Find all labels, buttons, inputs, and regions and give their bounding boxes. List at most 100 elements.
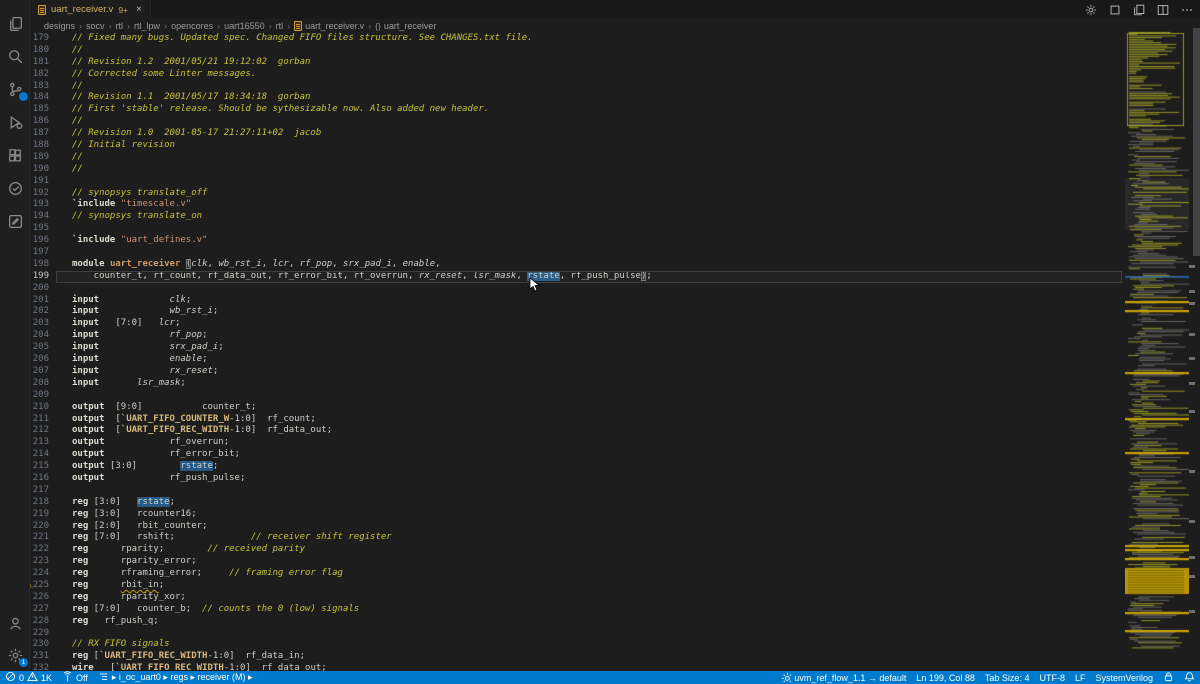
breadcrumb-item-uart-receiver[interactable]: {}uart_receiver (375, 21, 436, 31)
code-line-207[interactable]: 207input rx_reset; (30, 366, 1125, 378)
pages-icon[interactable] (1132, 3, 1146, 17)
code-line-190[interactable]: 190// (30, 164, 1125, 176)
close-icon[interactable]: × (136, 4, 142, 15)
code-line-224[interactable]: 224reg rframing_error; // framing error … (30, 568, 1125, 580)
tab-size[interactable]: Tab Size: 4 (980, 671, 1035, 684)
gear-icon[interactable] (1084, 3, 1098, 17)
code-line-216[interactable]: 216output rf_push_pulse; (30, 473, 1125, 485)
code-line-184[interactable]: 184// Revision 1.1 2001/05/17 18:34:18 g… (30, 92, 1125, 104)
code-line-196[interactable]: 196`include "uart_defines.v" (30, 235, 1125, 247)
run-debug-icon[interactable] (0, 107, 30, 137)
code-line-215[interactable]: 215output [3:0] rstate; (30, 461, 1125, 473)
tower-status[interactable]: Off (57, 671, 93, 684)
code-line-212[interactable]: 212output [`UART_FIFO_REC_WIDTH-1:0] rf_… (30, 425, 1125, 437)
code-line-221[interactable]: 221reg [7:0] rshift; // receiver shift r… (30, 532, 1125, 544)
breadcrumb-item-uart-receiver-v[interactable]: uart_receiver.v (294, 21, 364, 31)
code-line-180[interactable]: 180// (30, 45, 1125, 57)
code-line-198[interactable]: 198module uart_receiver (clk, wb_rst_i, … (30, 259, 1125, 271)
verified-icon[interactable] (0, 173, 30, 203)
code-line-232[interactable]: 232wire [`UART_FIFO_REC_WIDTH-1:0] rf_da… (30, 663, 1125, 671)
code-line-213[interactable]: 213output rf_overrun; (30, 437, 1125, 449)
code-line-228[interactable]: 228reg rf_push_q; (30, 616, 1125, 628)
explorer-icon[interactable] (0, 8, 30, 38)
breadcrumb-item-rtl[interactable]: rtl (116, 21, 124, 31)
source-control-icon[interactable] (0, 74, 30, 104)
code-line-194[interactable]: 194// synopsys translate_on (30, 211, 1125, 223)
hierarchy-path[interactable]: ▸ i_oc_uart0 ▸ regs ▸ receiver (M) ▸ (93, 671, 258, 684)
breadcrumb-item-rtl-lpw[interactable]: rtl_lpw (134, 21, 160, 31)
code-line-204[interactable]: 204input rf_pop; (30, 330, 1125, 342)
pencil-square-icon[interactable] (0, 206, 30, 236)
code-line-206[interactable]: 206input enable; (30, 354, 1125, 366)
code-line-226[interactable]: 226reg rparity_xor; (30, 592, 1125, 604)
more-actions-icon[interactable] (1180, 3, 1194, 17)
account-icon[interactable] (0, 608, 30, 638)
code-line-181[interactable]: 181// Revision 1.2 2001/05/21 19:12:02 g… (30, 57, 1125, 69)
eol[interactable]: LF (1070, 671, 1091, 684)
code-line-189[interactable]: 189// (30, 152, 1125, 164)
code-line-202[interactable]: 202input wb_rst_i; (30, 306, 1125, 318)
code-line-223[interactable]: 223reg rparity_error; (30, 556, 1125, 568)
code-line-211[interactable]: 211output [`UART_FIFO_COUNTER_W-1:0] rf_… (30, 414, 1125, 426)
code-line-210[interactable]: 210output [9:0] counter_t; (30, 402, 1125, 414)
label: LF (1075, 673, 1086, 683)
code-line-205[interactable]: 205input srx_pad_i; (30, 342, 1125, 354)
code-line-231[interactable]: 231reg [`UART_FIFO_REC_WIDTH-1:0] rf_dat… (30, 651, 1125, 663)
code-line-188[interactable]: 188// Initial revision (30, 140, 1125, 152)
breadcrumb-item-opencores[interactable]: opencores (171, 21, 213, 31)
code-line-197[interactable]: 197 (30, 247, 1125, 259)
breadcrumb-item-rtl[interactable]: rtl (276, 21, 284, 31)
square-icon[interactable] (1108, 3, 1122, 17)
scrollbar[interactable] (1193, 28, 1200, 256)
notifications-bell[interactable] (1179, 671, 1200, 684)
line-number: 198 (30, 259, 49, 271)
tab-label: uart_receiver.v (51, 4, 113, 15)
code-line-200[interactable]: 200 (30, 283, 1125, 295)
minimap[interactable] (1125, 28, 1189, 660)
code-line-203[interactable]: 203input [7:0] lcr; (30, 318, 1125, 330)
search-icon[interactable] (0, 41, 30, 71)
code-line-230[interactable]: 230// RX FIFO signals (30, 639, 1125, 651)
code-line-218[interactable]: 218reg [3:0] rstate; (30, 497, 1125, 509)
code-line-201[interactable]: 201input clk; (30, 295, 1125, 307)
code-line-187[interactable]: 187// Revision 1.0 2001-05-17 21:27:11+0… (30, 128, 1125, 140)
split-editor-icon[interactable] (1156, 3, 1170, 17)
code-line-219[interactable]: 219reg [3:0] rcounter16; (30, 509, 1125, 521)
code-line-186[interactable]: 186// (30, 116, 1125, 128)
code-line-193[interactable]: 193`include "timescale.v" (30, 199, 1125, 211)
code-line-227[interactable]: 227reg [7:0] counter_b; // counts the 0 … (30, 604, 1125, 616)
extensions-icon[interactable] (0, 140, 30, 170)
code-line-209[interactable]: 209 (30, 390, 1125, 402)
code-line-208[interactable]: 208input lsr_mask; (30, 378, 1125, 390)
code-line-191[interactable]: 191 (30, 176, 1125, 188)
line-number: 230 (30, 639, 49, 651)
breadcrumb-item-designs[interactable]: designs (44, 21, 75, 31)
code-line-229[interactable]: 229 (30, 628, 1125, 640)
code-line-185[interactable]: 185// First 'stable' release. Should be … (30, 104, 1125, 116)
problems-indicator[interactable]: 01K (0, 671, 57, 684)
encoding[interactable]: UTF-8 (1034, 671, 1070, 684)
code-line-199[interactable]: 199 counter_t, rf_count, rf_data_out, rf… (30, 271, 1125, 283)
line-number: 179 (30, 33, 49, 45)
lock-indicator[interactable] (1158, 671, 1179, 684)
breadcrumb-item-socv[interactable]: socv (86, 21, 105, 31)
code-line-217[interactable]: 217 (30, 485, 1125, 497)
language-mode[interactable]: SystemVerilog (1090, 671, 1158, 684)
project-config[interactable]: uvm_ref_flow_1.1 → default (775, 671, 911, 684)
code-line-192[interactable]: 192// synopsys translate_off (30, 188, 1125, 200)
line-content: // (49, 81, 83, 93)
tab-uart-receiver[interactable]: uart_receiver.v 9+ × (30, 0, 151, 19)
cursor-position[interactable]: Ln 199, Col 88 (911, 671, 980, 684)
code-line-195[interactable]: 195 (30, 223, 1125, 235)
breadcrumb-item-uart16550[interactable]: uart16550 (224, 21, 265, 31)
code-editor[interactable]: 179// Fixed many bugs. Updated spec. Cha… (30, 33, 1125, 671)
code-line-222[interactable]: 222reg rparity; // received parity (30, 544, 1125, 556)
code-line-183[interactable]: 183// (30, 81, 1125, 93)
code-line-182[interactable]: 182// Corrected some Linter messages. (30, 69, 1125, 81)
code-line-214[interactable]: 214output rf_error_bit; (30, 449, 1125, 461)
code-line-225[interactable]: ⚠225reg rbit_in; (30, 580, 1125, 592)
line-content: // Revision 1.1 2001/05/17 18:34:18 gorb… (49, 92, 310, 104)
settings-gear-icon[interactable]: 1 (0, 640, 30, 670)
code-line-179[interactable]: 179// Fixed many bugs. Updated spec. Cha… (30, 33, 1125, 45)
code-line-220[interactable]: 220reg [2:0] rbit_counter; (30, 521, 1125, 533)
